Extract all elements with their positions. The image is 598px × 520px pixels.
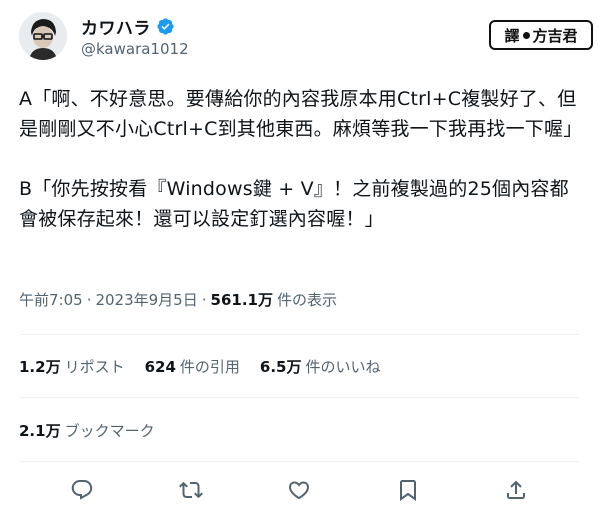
reposts-stat[interactable]: 1.2万 リポスト — [19, 356, 125, 377]
divider — [19, 397, 579, 398]
share-button[interactable] — [499, 473, 533, 507]
watermark-dot-icon — [522, 31, 530, 39]
tweet-paragraph-2: B「你先按按看『Windows鍵 + V』！之前複製過的25個內容都會被保存起來… — [19, 178, 569, 230]
like-icon — [288, 481, 310, 500]
action-bar — [19, 470, 579, 510]
watermark-left: 譯 — [504, 26, 520, 45]
tweet-header: カワハラ @kawara1012 譯 方吉君 — [19, 12, 593, 62]
avatar[interactable] — [19, 12, 67, 60]
display-name[interactable]: カワハラ — [81, 14, 151, 39]
tweet-meta: 午前7:05 · 2023年9月5日 · 561.1万 件の表示 — [19, 289, 337, 310]
likes-count: 6.5万 — [259, 358, 302, 376]
quotes-stat[interactable]: 624 件の引用 — [145, 356, 240, 377]
handle[interactable]: @kawara1012 — [81, 40, 189, 58]
share-icon — [507, 480, 525, 499]
meta-separator: · — [201, 290, 207, 309]
reposts-label: リポスト — [64, 358, 125, 376]
reposts-count: 1.2万 — [19, 358, 61, 376]
tweet-text: A「啊、不好意思。要傳給你的內容我原本用Ctrl+C複製好了、但是剛剛又不小心C… — [19, 84, 584, 234]
bookmarks-label: ブックマーク — [64, 422, 155, 440]
likes-label: 件のいいね — [305, 358, 381, 376]
meta-separator: · — [86, 290, 92, 309]
translator-watermark: 譯 方吉君 — [489, 20, 593, 50]
engagement-stats: 1.2万 リポスト 624 件の引用 6.5万 件のいいね — [19, 356, 381, 377]
divider — [19, 461, 579, 462]
repost-icon — [178, 481, 203, 499]
bookmarks-stat[interactable]: 2.1万 ブックマーク — [19, 420, 155, 441]
name-row: カワハラ — [81, 14, 175, 39]
verified-badge-icon — [157, 18, 174, 35]
quotes-label: 件の引用 — [179, 358, 240, 376]
tweet-date[interactable]: 2023年9月5日 — [95, 289, 197, 310]
tweet-paragraph-1: A「啊、不好意思。要傳給你的內容我原本用Ctrl+C複製好了、但是剛剛又不小心C… — [19, 88, 583, 140]
views-label: 件の表示 — [276, 291, 337, 309]
bookmark-button[interactable] — [391, 473, 425, 507]
repost-button[interactable] — [174, 473, 208, 507]
likes-stat[interactable]: 6.5万 件のいいね — [260, 356, 381, 377]
bookmarks-count: 2.1万 — [19, 422, 61, 440]
views-count: 561.1万 — [210, 291, 273, 309]
quotes-count: 624 — [144, 357, 176, 376]
watermark-right: 方吉君 — [532, 26, 578, 45]
bookmark-icon — [399, 480, 416, 501]
reply-icon — [71, 480, 93, 500]
like-button[interactable] — [282, 473, 316, 507]
tweet-time[interactable]: 午前7:05 — [19, 289, 83, 310]
reply-button[interactable] — [65, 473, 99, 507]
avatar-icon — [19, 12, 67, 60]
divider — [19, 334, 579, 335]
